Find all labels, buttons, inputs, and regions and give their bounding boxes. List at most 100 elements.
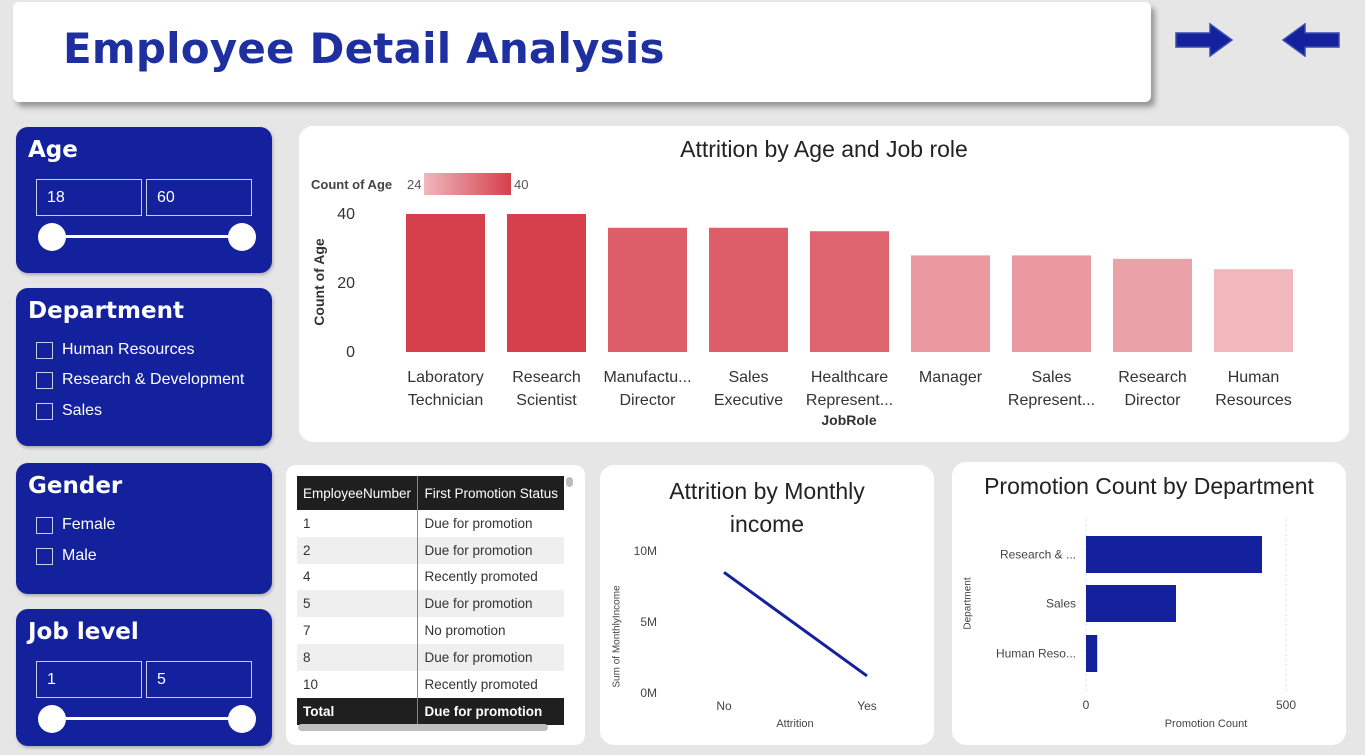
bar <box>709 227 788 352</box>
checkbox-icon[interactable] <box>36 371 53 389</box>
checkbox-icon[interactable] <box>36 402 53 420</box>
cell-promotion-status: Recently promoted <box>424 569 538 585</box>
bar <box>1113 258 1192 352</box>
table-header-row: EmployeeNumber First Promotion Status <box>297 476 564 510</box>
age-slider-max-handle[interactable] <box>228 223 256 251</box>
x-tick-label: Resources <box>1215 392 1291 409</box>
bar <box>406 214 485 352</box>
job-level-max-input[interactable]: 5 <box>146 661 252 698</box>
x-tick-label: 500 <box>1276 698 1296 712</box>
department-option-sales[interactable]: Sales <box>36 402 102 420</box>
option-label: Female <box>62 516 116 533</box>
department-slicer: Department Human Resources Research & De… <box>16 288 272 446</box>
series-line <box>723 571 868 678</box>
checkbox-icon[interactable] <box>36 341 53 359</box>
attrition-by-age-chart-panel: Attrition by Age and Job role Count of A… <box>299 126 1349 442</box>
age-slicer: Age 18 60 <box>16 127 272 273</box>
checkbox-icon[interactable] <box>36 516 53 534</box>
hbar-chart-plot: Research & ... Sales Human Reso... 0 500 <box>996 519 1296 712</box>
x-tick-label: Human <box>1228 369 1280 386</box>
bar <box>1086 585 1176 622</box>
cell-employee-number: 4 <box>297 563 419 591</box>
job-level-slider-track[interactable] <box>52 717 242 720</box>
x-tick-label: Represent... <box>1008 392 1095 409</box>
x-tick-label: Technician <box>408 392 484 409</box>
option-label: Male <box>62 547 97 564</box>
line-chart-plot: 10M 5M 0M No Yes <box>634 544 877 713</box>
x-tick-label: Director <box>619 392 676 409</box>
horizontal-scrollbar[interactable] <box>298 724 548 731</box>
age-slider-min-handle[interactable] <box>38 223 66 251</box>
vertical-scrollbar[interactable] <box>566 477 573 487</box>
promotion-by-department-panel: Promotion Count by Department Department… <box>952 462 1346 745</box>
cell-promotion-status: Due for promotion <box>417 590 564 618</box>
y-tick-label: 10M <box>634 544 657 558</box>
x-tick-label: Executive <box>714 392 783 409</box>
y-tick-label: 20 <box>337 275 355 292</box>
arrow-left-icon[interactable] <box>1281 22 1341 58</box>
gender-option-male[interactable]: Male <box>36 547 97 565</box>
job-level-slider-max-handle[interactable] <box>228 705 256 733</box>
cell-promotion-status: Due for promotion <box>424 515 533 531</box>
column-header-employee-number[interactable]: EmployeeNumber <box>297 476 419 510</box>
age-slider-track[interactable] <box>52 235 242 238</box>
cell-employee-number: 7 <box>297 617 419 644</box>
department-option-research-development[interactable]: Research & Development <box>36 371 244 389</box>
x-tick-label: Manufactu... <box>603 369 691 386</box>
table-total-row: Total Due for promotion <box>297 697 564 725</box>
attrition-by-income-panel: Attrition by Monthly income Sum of Month… <box>600 465 934 745</box>
age-min-input[interactable]: 18 <box>36 179 142 216</box>
cell-promotion-status: Due for promotion <box>417 643 564 671</box>
gender-option-female[interactable]: Female <box>36 516 115 534</box>
option-label: Sales <box>62 402 103 419</box>
employee-table-wrap: EmployeeNumber First Promotion Status 1D… <box>297 476 564 725</box>
table-row[interactable]: 4 Recently promoted <box>297 563 564 591</box>
x-tick-label: Manager <box>919 369 983 386</box>
job-level-min-input[interactable]: 1 <box>36 661 142 698</box>
table-row[interactable]: 2 Due for promotion <box>297 536 564 564</box>
page-title: Employee Detail Analysis <box>63 24 665 73</box>
arrow-right-icon[interactable] <box>1174 22 1234 58</box>
bar <box>1012 255 1091 352</box>
title-card: Employee Detail Analysis <box>13 2 1151 102</box>
gender-slicer-title: Gender <box>28 473 123 499</box>
bar <box>810 231 889 352</box>
x-tick-label: Represent... <box>806 392 893 409</box>
job-level-slider-min-handle[interactable] <box>38 705 66 733</box>
y-tick-label: Human Reso... <box>996 647 1076 661</box>
x-tick-label: 0 <box>1083 698 1090 712</box>
checkbox-icon[interactable] <box>36 547 53 565</box>
table-row[interactable]: 1 Due for promotion <box>297 510 564 537</box>
table-row[interactable]: 5 Due for promotion <box>297 590 564 618</box>
bar <box>608 227 687 352</box>
cell-employee-number: 1 <box>297 510 419 537</box>
employee-table-panel: EmployeeNumber First Promotion Status 1D… <box>286 465 585 745</box>
cell-promotion-status: Recently promoted <box>424 676 538 692</box>
x-tick-label: Sales <box>1031 369 1071 386</box>
department-option-human-resources[interactable]: Human Resources <box>36 341 195 359</box>
bar <box>1086 536 1262 573</box>
y-tick-label: 5M <box>640 615 657 629</box>
cell-promotion-status: No promotion <box>424 623 506 639</box>
cell-promotion-status: Due for promotion <box>417 536 564 564</box>
gender-slicer: Gender Female Male <box>16 463 272 594</box>
x-tick-label: Research <box>512 369 580 386</box>
table-row[interactable]: 8 Due for promotion <box>297 643 564 671</box>
job-level-slicer: Job level 1 5 <box>16 609 272 746</box>
bar <box>911 255 990 352</box>
bar-chart-plot: 40 20 0 Laboratory Technician Research Scienti… <box>337 206 1293 409</box>
table-row[interactable]: 10 Recently promoted <box>297 670 564 698</box>
table-row[interactable]: 7 No promotion <box>297 617 564 644</box>
y-tick-label: 0M <box>640 686 657 700</box>
bar <box>507 214 586 352</box>
age-max-input[interactable]: 60 <box>146 179 252 216</box>
x-tick-label: Laboratory <box>407 369 484 386</box>
cell-employee-number: 5 <box>297 590 419 618</box>
total-value: Due for promotion <box>417 697 564 725</box>
bar <box>1086 635 1098 672</box>
total-label: Total <box>297 697 419 725</box>
x-tick-label: Director <box>1124 392 1181 409</box>
x-tick-label: Sales <box>728 369 768 386</box>
x-tick-label: No <box>716 699 732 713</box>
column-header-promotion-status[interactable]: First Promotion Status <box>417 476 564 510</box>
